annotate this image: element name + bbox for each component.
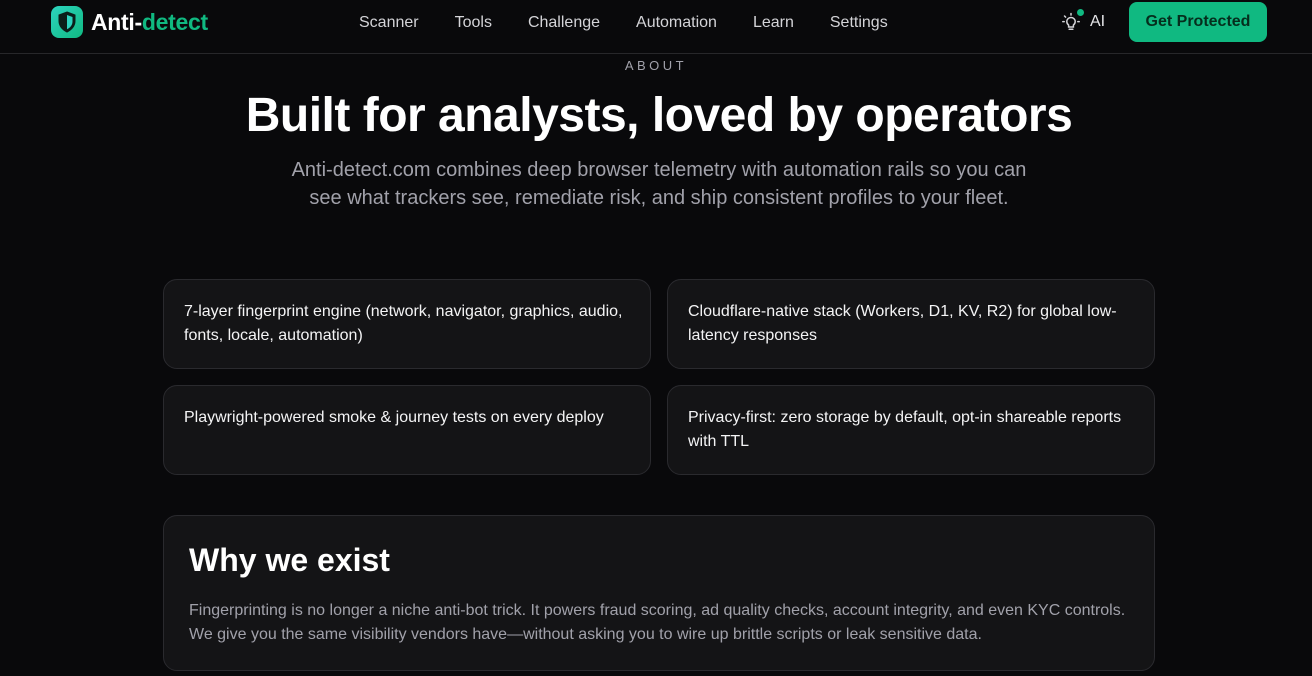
section-eyebrow: ABOUT bbox=[624, 58, 688, 73]
why-title: Why we exist bbox=[189, 542, 390, 578]
nav-automation[interactable]: Automation bbox=[636, 14, 717, 32]
lightbulb-icon bbox=[1060, 9, 1084, 33]
shield-icon bbox=[51, 6, 83, 38]
ai-button[interactable]: AI bbox=[1060, 9, 1106, 34]
page-title: Built for analysts, loved by operators bbox=[245, 89, 1073, 142]
nav-settings[interactable]: Settings bbox=[830, 14, 888, 32]
feature-text: Cloudflare-native stack (Workers, D1, KV… bbox=[688, 303, 1117, 344]
ai-label: AI bbox=[1090, 13, 1106, 30]
feature-card: Playwright-powered smoke & journey tests… bbox=[163, 385, 651, 475]
nav-learn[interactable]: Learn bbox=[753, 14, 794, 32]
why-body: Fingerprinting is no longer a niche anti… bbox=[189, 602, 1126, 643]
nav-challenge[interactable]: Challenge bbox=[528, 14, 600, 32]
hero-description: Anti-detect.com combines deep browser te… bbox=[291, 159, 1027, 209]
brand-name-part2: detect bbox=[141, 8, 208, 35]
top-navigation-bar: Anti-detect Scanner Tools Challenge Auto… bbox=[0, 0, 1312, 54]
get-protected-button[interactable]: Get Protected bbox=[1129, 2, 1267, 42]
brand-name-part1: Anti- bbox=[91, 8, 142, 35]
feature-card: Privacy-first: zero storage by default, … bbox=[667, 385, 1155, 475]
feature-text: 7-layer fingerprint engine (network, nav… bbox=[184, 303, 623, 344]
main-nav: Scanner Tools Challenge Automation Learn… bbox=[359, 12, 888, 34]
ai-status-dot bbox=[1077, 9, 1084, 16]
brand-name: Anti-detect bbox=[91, 9, 208, 36]
feature-card: Cloudflare-native stack (Workers, D1, KV… bbox=[667, 279, 1155, 369]
nav-tools[interactable]: Tools bbox=[455, 14, 492, 32]
feature-text: Privacy-first: zero storage by default, … bbox=[688, 409, 1122, 450]
brand-logo[interactable]: Anti-detect bbox=[51, 6, 208, 38]
why-we-exist-panel: Why we exist Fingerprinting is no longer… bbox=[163, 515, 1155, 671]
feature-card: 7-layer fingerprint engine (network, nav… bbox=[163, 279, 651, 369]
nav-scanner[interactable]: Scanner bbox=[359, 14, 419, 32]
feature-text: Playwright-powered smoke & journey tests… bbox=[184, 409, 604, 426]
